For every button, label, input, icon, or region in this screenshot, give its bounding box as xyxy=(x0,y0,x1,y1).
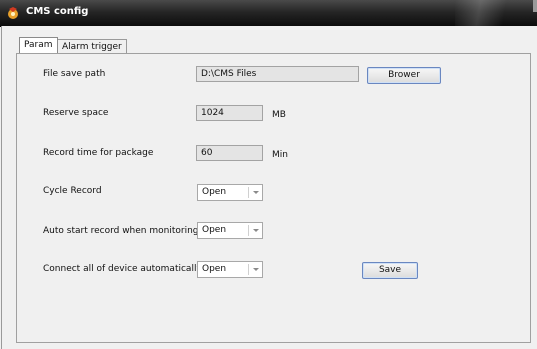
auto-start-value: Open xyxy=(202,225,227,235)
file-save-path-field: D:\CMS Files xyxy=(196,66,359,82)
tab-alarm-trigger-label: Alarm trigger xyxy=(62,42,122,52)
window-title: CMS config xyxy=(26,6,89,17)
app-icon xyxy=(8,7,18,19)
record-time-field: 60 xyxy=(196,145,263,161)
connect-all-label: Connect all of device automatically xyxy=(43,264,202,274)
reserve-space-value: 1024 xyxy=(201,108,224,118)
tab-alarm-trigger[interactable]: Alarm trigger xyxy=(57,39,127,53)
save-button-label: Save xyxy=(378,265,402,275)
combo-separator xyxy=(248,264,249,275)
file-save-path-value: D:\CMS Files xyxy=(201,69,257,79)
record-time-value: 60 xyxy=(201,148,213,158)
auto-start-select[interactable]: Open xyxy=(197,222,263,239)
connect-all-value: Open xyxy=(202,264,227,274)
title-bar: CMS config xyxy=(0,0,537,27)
reserve-space-label: Reserve space xyxy=(43,108,109,118)
combo-separator xyxy=(248,225,249,236)
record-time-unit: Min xyxy=(272,150,288,160)
chevron-down-icon[interactable] xyxy=(252,226,260,234)
reserve-space-unit: MB xyxy=(272,110,286,120)
cycle-record-label: Cycle Record xyxy=(43,186,102,196)
cycle-record-value: Open xyxy=(202,187,227,197)
tab-param-label: Param xyxy=(24,40,53,50)
combo-separator xyxy=(248,187,249,198)
chevron-down-icon[interactable] xyxy=(252,188,260,196)
brower-button[interactable]: Brower xyxy=(367,67,441,84)
save-button[interactable]: Save xyxy=(362,262,418,279)
connect-all-select[interactable]: Open xyxy=(197,261,263,278)
file-save-path-label: File save path xyxy=(43,69,106,79)
record-time-label: Record time for package xyxy=(43,148,154,158)
auto-start-label: Auto start record when monitoring xyxy=(43,226,199,236)
window-control[interactable] xyxy=(533,0,537,12)
tab-param[interactable]: Param xyxy=(19,37,58,53)
chevron-down-icon[interactable] xyxy=(252,265,260,273)
cycle-record-select[interactable]: Open xyxy=(197,184,263,201)
titlebar-gloss xyxy=(455,0,537,26)
reserve-space-field: 1024 xyxy=(196,105,263,121)
param-panel xyxy=(16,53,531,343)
brower-button-label: Brower xyxy=(388,70,420,80)
